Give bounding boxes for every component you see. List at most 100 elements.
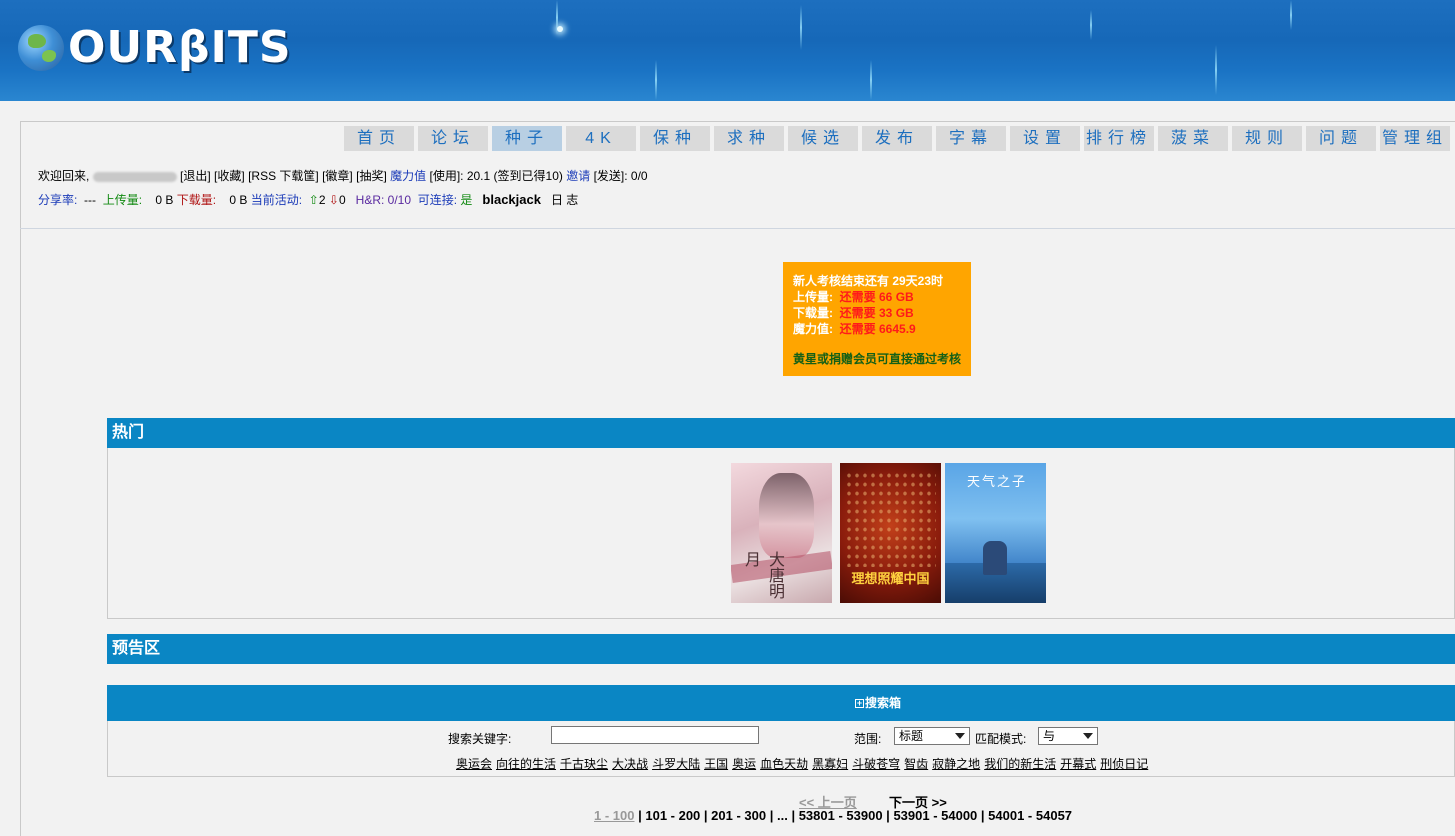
upload-value: 0 B [155,193,174,207]
welcome-text: 欢迎回来, [38,169,90,183]
hot-section-header: 热门 [107,418,1455,448]
notice-footer: 黄星或捐赠会员可直接通过考核 [793,352,962,366]
download-label: 下载量: [176,193,217,207]
site-banner: OURβITS [0,0,1455,101]
username-blurred[interactable] [92,171,177,182]
nav-item[interactable]: 候选 [788,126,858,151]
hot-keyword-link[interactable]: 开幕式 [1060,757,1096,771]
hot-keywords: 奥运会 向往的生活 千古玦尘 大决战 斗罗大陆 王国 奥运 血色天劫 黑寡妇 斗破苍穹 智齿 寂静之地… [456,755,1152,772]
page-range-link[interactable]: 201 - 300 [711,808,766,823]
hot-keyword-link[interactable]: 血色天劫 [760,757,808,771]
hot-keyword-link[interactable]: 我们的新生活 [984,757,1056,771]
search-box-header[interactable]: + 搜索箱 [107,685,1455,721]
nav-item[interactable]: 字幕 [936,126,1006,151]
header-divider [20,228,1455,229]
nav-item[interactable]: 论坛 [418,126,488,151]
leeching-arrow-icon: ⇩ [328,193,339,207]
banner-light-streak [870,60,872,100]
notice-download: 下载量: 还需要 33 GB [793,306,914,320]
rss-link[interactable]: [RSS 下载筐] [248,169,319,183]
keyword-input[interactable] [551,726,759,744]
invite-send: [发送]: 0/0 [593,169,648,183]
hot-keyword-link[interactable]: 寂静之地 [932,757,980,771]
current-page-range: 1 - 100 [594,808,635,823]
nav-item[interactable]: 规则 [1232,126,1302,151]
notice-upload: 上传量: 还需要 66 GB [793,290,914,304]
poster-caption: 理想照耀中国 [851,572,930,587]
hot-keyword-link[interactable]: 刑侦日记 [1100,757,1148,771]
banner-light-dot [557,26,563,32]
match-label: 匹配模式: [975,732,1027,746]
nav-item[interactable]: 首页 [344,126,414,151]
page-range-link[interactable]: 53901 - 54000 [893,808,977,823]
nav-item[interactable]: 4K [566,126,636,151]
active-label: 当前活动: [250,193,303,207]
active-seed: 2 [318,193,326,207]
nav-item[interactable]: 种子 [492,126,562,151]
active-leech: 0 [338,193,346,207]
lottery-link[interactable]: [抽奖] [356,169,387,183]
nav-item[interactable]: 求种 [714,126,784,151]
nav-item[interactable]: 管理组 [1380,126,1450,151]
site-logo[interactable]: OURβITS [18,22,292,74]
hr-link[interactable]: H&R: 0/10 [356,193,411,207]
page-range-link[interactable]: 101 - 200 [645,808,700,823]
seeding-arrow-icon: ⇧ [308,193,319,207]
hot-keyword-link[interactable]: 智齿 [904,757,928,771]
hot-poster[interactable]: 理想照耀中国 [840,463,941,603]
banner-light-streak [655,60,657,100]
banner-light-streak [1215,45,1217,95]
globe-icon [18,25,64,71]
hot-keyword-link[interactable]: 大决战 [612,757,648,771]
hot-keyword-link[interactable]: 斗破苍穹 [852,757,900,771]
match-select[interactable]: 与 [1038,727,1098,745]
bonus-value: [使用]: 20.1 [429,169,491,183]
hot-keyword-link[interactable]: 王国 [704,757,728,771]
upload-label: 上传量: [102,193,143,207]
preview-section-header[interactable]: 预告区 [107,634,1455,664]
nav-item[interactable]: 保种 [640,126,710,151]
hot-keyword-link[interactable]: 向往的生活 [496,757,556,771]
nav-item[interactable]: 菠菜 [1158,126,1228,151]
nav-item[interactable]: 问题 [1306,126,1376,151]
nav-item[interactable]: 发布 [862,126,932,151]
log-link[interactable]: 日 志 [551,193,578,207]
hot-keyword-link[interactable]: 黑寡妇 [812,757,848,771]
scope-select[interactable]: 标题 [894,727,970,745]
blackjack-link[interactable]: blackjack [482,192,541,207]
banner-light-streak [1290,0,1292,30]
banner-light-streak [1090,10,1092,40]
newbie-exam-notice: 新人考核结束还有 29天23时 上传量: 还需要 66 GB 下载量: 还需要 … [783,262,971,376]
page-range-link[interactable]: 53801 - 53900 [799,808,883,823]
page-range-list: 1 - 100 | 101 - 200 | 201 - 300 | ... | … [594,808,1073,823]
hot-poster[interactable]: 大唐明月 [731,463,832,603]
scope-label: 范围: [854,732,882,746]
nav-item[interactable]: 设置 [1010,126,1080,151]
hot-keyword-link[interactable]: 奥运 [732,757,756,771]
page-range-link[interactable]: ... [777,808,788,823]
download-value: 0 B [229,193,248,207]
expand-plus-icon[interactable]: + [855,699,864,708]
chevron-down-icon [1083,733,1093,739]
search-box-title: 搜索箱 [865,696,902,710]
bonus-link[interactable]: 魔力值 [390,169,426,183]
user-info-row: 欢迎回来, [退出] [收藏] [RSS 下载筐] [徽章] [抽奖] 魔力值 … [38,167,648,184]
bookmarks-link[interactable]: [收藏] [214,169,245,183]
logout-link[interactable]: [退出] [180,169,211,183]
nav-item[interactable]: 排行榜 [1084,126,1154,151]
hot-keyword-link[interactable]: 千古玦尘 [560,757,608,771]
keyword-label: 搜索关键字: [448,732,512,746]
medals-link[interactable]: [徽章] [322,169,353,183]
page-range-link[interactable]: 54001 - 54057 [988,808,1072,823]
invite-link[interactable]: 邀请 [566,169,590,183]
hot-poster[interactable]: 天气之子 [945,463,1046,603]
ratio-label: 分享率: [38,193,78,207]
logo-text: OURβITS [68,22,292,73]
hot-keyword-link[interactable]: 奥运会 [456,757,492,771]
poster-caption: 天气之子 [967,475,1028,490]
hot-keyword-link[interactable]: 斗罗大陆 [652,757,700,771]
user-stats-row: 分享率: --- 上传量: 0 B 下载量: 0 B 当前活动: ⇧2 ⇩0 H… [38,191,578,208]
chevron-down-icon [955,733,965,739]
connectable-value: 是 [460,193,473,207]
poster-crowd [845,471,936,567]
